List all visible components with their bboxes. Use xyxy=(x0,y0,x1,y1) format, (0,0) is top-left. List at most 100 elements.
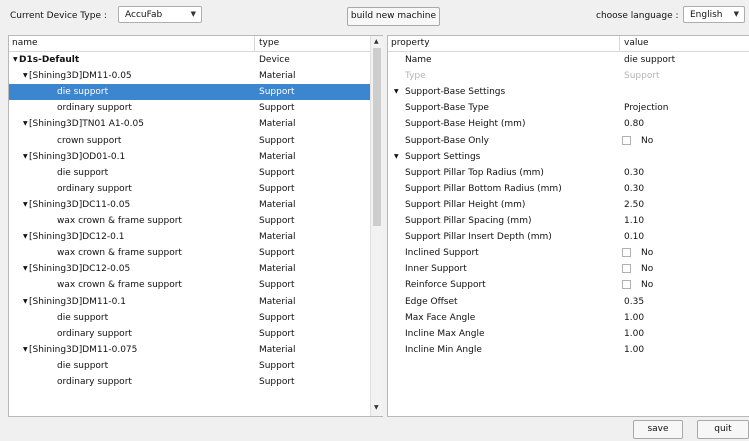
device-type-select[interactable]: AccuFab ▼ xyxy=(118,6,202,23)
expand-toggle-icon[interactable]: ▼ xyxy=(23,346,28,353)
tree-row[interactable]: ordinary support Support xyxy=(9,326,371,342)
property-value[interactable]: 2.50 xyxy=(624,200,644,210)
property-row: Support-Base Type Projection xyxy=(388,100,749,116)
type-column-header[interactable]: type xyxy=(259,38,279,48)
property-name: Support Pillar Bottom Radius (mm) xyxy=(405,183,562,194)
scroll-up-icon[interactable]: ▲ xyxy=(374,38,379,45)
property-value[interactable]: 0.80 xyxy=(624,119,644,129)
property-value[interactable]: 1.00 xyxy=(624,345,644,355)
property-value[interactable]: 0.30 xyxy=(624,184,644,194)
tree-row[interactable]: ▼ D1s-Default Device xyxy=(9,52,371,68)
chevron-down-icon: ▼ xyxy=(190,10,196,18)
column-separator[interactable] xyxy=(619,36,620,51)
property-value[interactable]: 0.30 xyxy=(624,168,644,178)
tree-row-type: Support xyxy=(259,167,295,178)
tree-row[interactable]: ▼ [Shining3D]DM11-0.05 Material xyxy=(9,68,371,84)
scroll-down-icon[interactable]: ▼ xyxy=(374,404,379,411)
tree-row-type: Material xyxy=(259,344,296,355)
property-row: Type Support xyxy=(388,68,749,84)
tree-row-name: wax crown & frame support xyxy=(57,248,182,259)
tree-row-type: Support xyxy=(259,360,295,371)
quit-button[interactable]: quit xyxy=(697,420,749,439)
collapse-toggle-icon[interactable]: ▼ xyxy=(394,88,399,95)
tree-row[interactable]: ▼ [Shining3D]OD01-0.1 Material xyxy=(9,149,371,165)
tree-row[interactable]: ▼ [Shining3D]DC11-0.05 Material xyxy=(9,197,371,213)
device-type-label: Current Device Type : xyxy=(10,11,107,21)
save-button[interactable]: save xyxy=(633,420,683,439)
property-value[interactable]: 1.10 xyxy=(624,216,644,226)
tree-row-name: [Shining3D]DC12-0.05 xyxy=(29,264,131,275)
tree-row[interactable]: ordinary support Support xyxy=(9,100,371,116)
tree-row[interactable]: die support Support xyxy=(9,165,371,181)
tree-row[interactable]: ▼ [Shining3D]DM11-0.1 Material xyxy=(9,294,371,310)
property-checkbox[interactable] xyxy=(622,264,631,274)
tree-row-name: [Shining3D]DM11-0.075 xyxy=(29,344,138,355)
tree-row-name: wax crown & frame support xyxy=(57,280,182,291)
tree-row-type: Support xyxy=(259,248,295,259)
property-value[interactable]: 0.35 xyxy=(624,297,644,307)
expand-toggle-icon[interactable]: ▼ xyxy=(23,298,28,305)
tree-scrollbar[interactable]: ▲ ▼ xyxy=(370,36,383,416)
expand-toggle-icon[interactable]: ▼ xyxy=(13,56,18,63)
tree-row-name: [Shining3D]DM11-0.1 xyxy=(29,296,126,307)
tree-row[interactable]: die support Support xyxy=(9,310,371,326)
tree-row[interactable]: die support Support xyxy=(9,358,371,374)
tree-row-type: Material xyxy=(259,264,296,275)
property-row: Support Pillar Bottom Radius (mm) 0.30 xyxy=(388,181,749,197)
expand-toggle-icon[interactable]: ▼ xyxy=(23,201,28,208)
collapse-toggle-icon[interactable]: ▼ xyxy=(394,153,399,160)
property-name: Inner Support xyxy=(405,264,467,275)
tree-row-type: Support xyxy=(259,103,295,114)
expand-toggle-icon[interactable]: ▼ xyxy=(23,72,28,79)
expand-toggle-icon[interactable]: ▼ xyxy=(23,153,28,160)
property-checkbox[interactable] xyxy=(622,248,631,258)
tree-row-type: Material xyxy=(259,296,296,307)
property-value[interactable]: Projection xyxy=(624,103,669,113)
property-row: Support Pillar Spacing (mm) 1.10 xyxy=(388,213,749,229)
property-value[interactable]: die support xyxy=(624,55,675,65)
tree-row-type: Support xyxy=(259,135,295,146)
property-row: Inner Support No xyxy=(388,261,749,277)
name-column-header[interactable]: name xyxy=(12,38,38,48)
tree-row-type: Support xyxy=(259,312,295,323)
property-row: Support Pillar Top Radius (mm) 0.30 xyxy=(388,165,749,181)
tree-row[interactable]: ordinary support Support xyxy=(9,181,371,197)
column-separator[interactable] xyxy=(254,36,255,51)
property-value[interactable]: 0.10 xyxy=(624,232,644,242)
property-checkbox[interactable] xyxy=(622,280,631,290)
property-name: Support-Base Type xyxy=(405,103,489,114)
tree-row[interactable]: die support Support xyxy=(9,84,371,101)
tree-row[interactable]: ordinary support Support xyxy=(9,374,371,390)
tree-row[interactable]: ▼ [Shining3D]DM11-0.075 Material xyxy=(9,342,371,358)
property-row: Incline Max Angle 1.00 xyxy=(388,326,749,342)
expand-toggle-icon[interactable]: ▼ xyxy=(23,265,28,272)
property-checkbox[interactable] xyxy=(622,135,631,145)
property-group-label: Support Settings xyxy=(405,151,481,162)
tree-row-name: [Shining3D]DM11-0.05 xyxy=(29,71,132,82)
tree-row[interactable]: ▼ [Shining3D]DC12-0.05 Material xyxy=(9,261,371,277)
property-header: property value xyxy=(388,36,749,52)
value-column-header[interactable]: value xyxy=(624,38,649,48)
tree-row[interactable]: ▼ [Shining3D]DC12-0.1 Material xyxy=(9,229,371,245)
property-name: Support Pillar Height (mm) xyxy=(405,199,526,210)
property-group-row[interactable]: ▼ Support Settings xyxy=(388,149,749,165)
property-column-header[interactable]: property xyxy=(391,38,430,48)
language-select[interactable]: English ▼ xyxy=(683,6,745,23)
property-name: Support Pillar Insert Depth (mm) xyxy=(405,232,552,243)
tree-row[interactable]: wax crown & frame support Support xyxy=(9,213,371,229)
build-new-machine-button[interactable]: build new machine xyxy=(347,7,440,26)
property-value[interactable]: 1.00 xyxy=(624,313,644,323)
tree-row[interactable]: wax crown & frame support Support xyxy=(9,277,371,293)
scrollbar-thumb[interactable] xyxy=(373,48,381,226)
tree-row[interactable]: crown support Support xyxy=(9,133,371,149)
property-group-row[interactable]: ▼ Support-Base Settings xyxy=(388,84,749,100)
property-row: Support Pillar Height (mm) 2.50 xyxy=(388,197,749,213)
tree-row[interactable]: wax crown & frame support Support xyxy=(9,245,371,261)
property-name: Support-Base Height (mm) xyxy=(405,119,526,130)
expand-toggle-icon[interactable]: ▼ xyxy=(23,120,28,127)
expand-toggle-icon[interactable]: ▼ xyxy=(23,233,28,240)
tree-row-name: [Shining3D]TN01 A1-0.05 xyxy=(29,119,144,130)
property-row: Reinforce Support No xyxy=(388,277,749,293)
tree-row[interactable]: ▼ [Shining3D]TN01 A1-0.05 Material xyxy=(9,116,371,132)
property-value[interactable]: 1.00 xyxy=(624,329,644,339)
